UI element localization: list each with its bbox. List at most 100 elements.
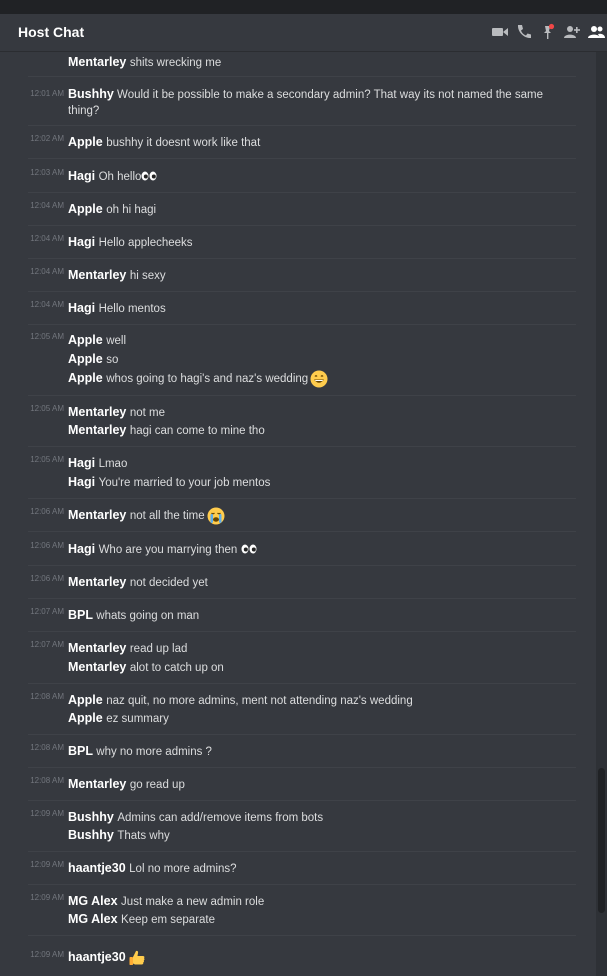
author-name[interactable]: Mentarley go read up bbox=[68, 775, 185, 794]
message-line[interactable]: Apple naz quit, no more admins, ment not… bbox=[0, 691, 596, 709]
message-divider bbox=[28, 800, 576, 801]
message-line[interactable]: Bushhy Thats why bbox=[0, 826, 596, 844]
message-text: naz quit, no more admins, ment not atten… bbox=[106, 695, 413, 707]
message-divider bbox=[28, 734, 576, 735]
author-name[interactable]: Mentarley not all the time bbox=[68, 506, 225, 525]
message-text: You're married to your job mentos bbox=[98, 477, 271, 489]
message-text: Thats why bbox=[117, 830, 170, 842]
grinning-emoji-icon bbox=[310, 370, 328, 388]
timestamp: 12:01 AM bbox=[30, 89, 64, 98]
eyes-emoji-icon bbox=[241, 541, 257, 559]
message-line[interactable]: Hagi Who are you marrying then bbox=[0, 540, 596, 558]
message-line[interactable]: Hagi You're married to your job mentos bbox=[0, 473, 596, 491]
author-name[interactable]: BPL why no more admins ? bbox=[68, 742, 212, 761]
message-divider bbox=[28, 395, 576, 396]
author-name[interactable]: haantje30 bbox=[68, 946, 146, 969]
message-text: Hello applecheeks bbox=[98, 237, 193, 249]
author-name[interactable]: BPL whats going on man bbox=[68, 606, 199, 625]
author-name[interactable]: haantje30 Lol no more admins? bbox=[68, 859, 237, 878]
message-line[interactable]: Apple oh hi hagi bbox=[0, 200, 596, 218]
window-top-strip bbox=[0, 0, 607, 14]
author-name[interactable]: Bushhy bbox=[68, 87, 114, 101]
scrollbar-thumb[interactable] bbox=[598, 768, 605, 913]
author-name[interactable]: Hagi You're married to your job mentos bbox=[68, 473, 270, 492]
author-name[interactable]: Mentarley hagi can come to mine tho bbox=[68, 421, 265, 440]
message-line[interactable]: Hagi Hello mentos bbox=[0, 299, 596, 317]
message-line[interactable]: MG Alex Keep em separate bbox=[0, 910, 596, 928]
message-text: Admins can add/remove items from bots bbox=[117, 812, 324, 824]
author-name[interactable]: Hagi Oh hello bbox=[68, 167, 157, 186]
message-line[interactable]: MG Alex Just make a new admin role bbox=[0, 892, 596, 910]
author-name[interactable]: Apple whos going to hagi's and naz's wed… bbox=[68, 369, 328, 388]
add-member-icon[interactable] bbox=[563, 23, 581, 41]
message-text: whats going on man bbox=[96, 610, 200, 622]
message-text: go read up bbox=[129, 779, 185, 791]
author-name[interactable]: MG Alex Just make a new admin role bbox=[68, 892, 264, 911]
message-line[interactable]: Bushhy Admins can add/remove items from … bbox=[0, 808, 596, 826]
author-name[interactable]: Mentarley hi sexy bbox=[68, 266, 166, 285]
phone-icon[interactable] bbox=[515, 23, 533, 41]
message-text: Lol no more admins? bbox=[129, 863, 237, 875]
message-line[interactable]: Apple ez summary bbox=[0, 709, 596, 727]
author-name[interactable]: Mentarley not decided yet bbox=[68, 573, 208, 592]
message-line[interactable]: Apple so bbox=[0, 350, 596, 368]
message-text: hagi can come to mine tho bbox=[129, 425, 265, 437]
author-name[interactable]: Hagi Hello mentos bbox=[68, 299, 166, 318]
message-text: well bbox=[106, 335, 127, 347]
message-line[interactable]: haantje30 Lol no more admins? bbox=[0, 859, 596, 877]
message-divider bbox=[28, 531, 576, 532]
author-name[interactable]: MG Alex Keep em separate bbox=[68, 910, 215, 929]
author-name[interactable]: Apple bushhy it doesnt work like that bbox=[68, 133, 260, 152]
message-text: alot to catch up on bbox=[129, 662, 224, 674]
message-text: not decided yet bbox=[129, 577, 208, 589]
author-name[interactable]: Bushhy Thats why bbox=[68, 826, 170, 845]
message-line[interactable]: Mentarley hagi can come to mine tho bbox=[0, 421, 596, 439]
author-name[interactable]: Bushhy Admins can add/remove items from … bbox=[68, 808, 323, 827]
message-line[interactable]: Hagi Oh hello bbox=[0, 167, 596, 185]
message-line[interactable]: Bushhy Would it be possible to make a se… bbox=[68, 86, 548, 119]
video-icon[interactable] bbox=[491, 23, 509, 41]
message-line[interactable]: Mentarley not all the time bbox=[0, 506, 596, 525]
eyes-emoji-icon bbox=[141, 168, 157, 186]
author-name[interactable]: Apple so bbox=[68, 350, 118, 369]
author-name[interactable]: Apple ez summary bbox=[68, 709, 169, 728]
message-text: ez summary bbox=[106, 713, 169, 725]
message-feed[interactable]: Mentarley shits wrecking me 12:01 AM Bus… bbox=[0, 52, 596, 976]
message-text: whos going to hagi's and naz's wedding bbox=[106, 373, 309, 385]
message-line[interactable]: Hagi Lmao bbox=[0, 454, 596, 472]
members-icon[interactable] bbox=[587, 23, 605, 41]
author-name[interactable]: Hagi Hello applecheeks bbox=[68, 233, 193, 252]
author-name[interactable]: Apple naz quit, no more admins, ment not… bbox=[68, 691, 413, 710]
message-line[interactable]: Mentarley go read up bbox=[0, 775, 596, 793]
message-line[interactable]: Hagi Hello applecheeks bbox=[0, 233, 596, 251]
message-line[interactable]: Mentarley not me bbox=[0, 403, 596, 421]
message-line[interactable]: BPL whats going on man bbox=[0, 606, 596, 624]
message-line[interactable]: Apple bushhy it doesnt work like that bbox=[0, 133, 596, 151]
author-name[interactable]: Apple oh hi hagi bbox=[68, 200, 156, 219]
author-name[interactable]: Hagi Who are you marrying then bbox=[68, 540, 257, 559]
author-name[interactable]: Apple well bbox=[68, 331, 126, 350]
pin-icon[interactable] bbox=[539, 23, 557, 41]
message-line[interactable]: Mentarley alot to catch up on bbox=[0, 658, 596, 676]
message-divider bbox=[28, 76, 576, 77]
message-text: read up lad bbox=[129, 643, 188, 655]
message-line[interactable]: Mentarley not decided yet bbox=[0, 573, 596, 591]
author-name[interactable]: Mentarley read up lad bbox=[68, 639, 187, 658]
message-text: not all the time bbox=[129, 510, 205, 522]
message-line[interactable]: Mentarley shits wrecking me bbox=[0, 53, 596, 71]
message-text: Just make a new admin role bbox=[121, 896, 265, 908]
crying-emoji-icon bbox=[207, 507, 225, 525]
author-name[interactable]: Mentarley shits wrecking me bbox=[68, 53, 221, 72]
message-line[interactable]: Apple whos going to hagi's and naz's wed… bbox=[0, 369, 596, 388]
message-line[interactable]: Mentarley read up lad bbox=[0, 639, 596, 657]
author-name[interactable]: Mentarley alot to catch up on bbox=[68, 658, 224, 677]
message-line[interactable]: haantje30 bbox=[0, 946, 596, 968]
message-divider bbox=[28, 767, 576, 768]
message-divider bbox=[28, 683, 576, 684]
channel-header: Host Chat bbox=[0, 14, 607, 52]
message-line[interactable]: BPL why no more admins ? bbox=[0, 742, 596, 760]
author-name[interactable]: Hagi Lmao bbox=[68, 454, 127, 473]
author-name[interactable]: Mentarley not me bbox=[68, 403, 165, 422]
message-line[interactable]: Apple well bbox=[0, 331, 596, 349]
message-line[interactable]: Mentarley hi sexy bbox=[0, 266, 596, 284]
